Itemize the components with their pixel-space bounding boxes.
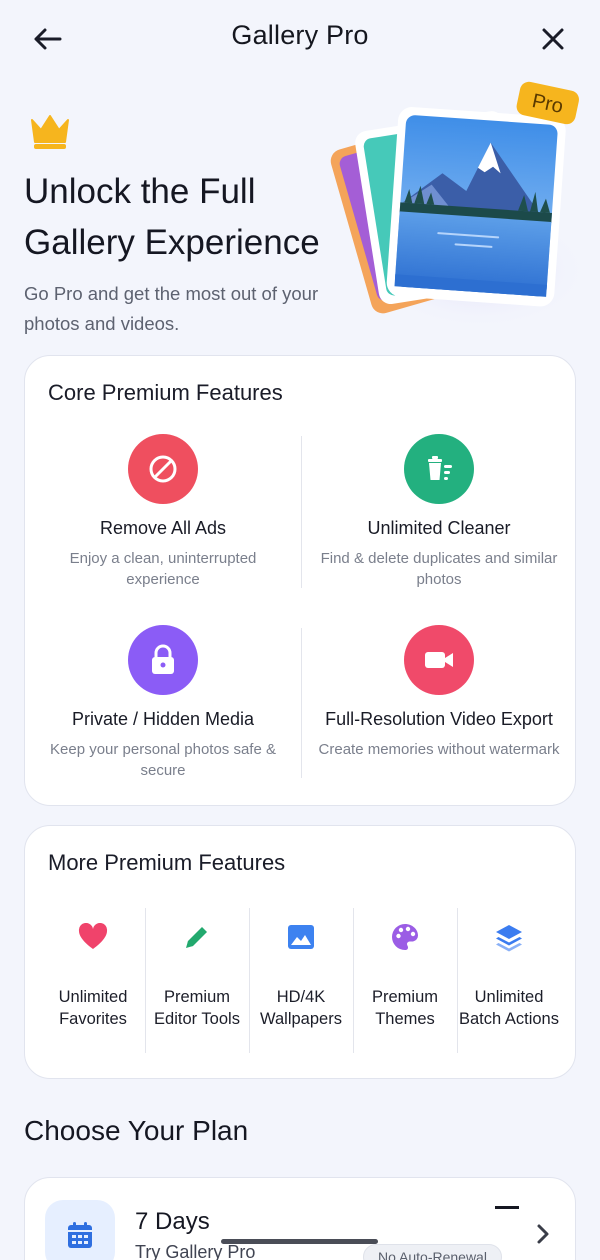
feature-desc: Keep your personal photos safe & secure <box>50 741 276 779</box>
feature-name: Unlimited Batch Actions <box>459 988 559 1028</box>
chevron-right-icon <box>537 1224 549 1244</box>
plan-name: 7 Days <box>135 1208 210 1235</box>
feature-editor-tools[interactable]: Premium Editor Tools <box>145 906 249 1056</box>
feature-desc: Enjoy a clean, uninterrupted experience <box>69 550 257 588</box>
pencil-icon <box>182 922 212 952</box>
more-features-title: More Premium Features <box>48 850 286 875</box>
plan-price-dash <box>495 1206 519 1209</box>
feature-batch-actions[interactable]: Unlimited Batch Actions <box>457 906 561 1056</box>
feature-name: Premium Themes <box>371 988 438 1028</box>
video-camera-icon <box>404 625 474 695</box>
feature-name: Remove All Ads <box>99 518 227 538</box>
feature-unlimited-cleaner[interactable]: Unlimited Cleaner Find & delete duplicat… <box>301 426 577 606</box>
top-bar: Gallery Pro <box>0 0 600 78</box>
feature-remove-ads[interactable]: Remove All Ads Enjoy a clean, uninterrup… <box>25 426 301 606</box>
feature-desc: Find & delete duplicates and similar pho… <box>320 550 558 588</box>
calendar-icon <box>45 1200 115 1260</box>
core-features-title: Core Premium Features <box>48 380 283 405</box>
paywall-screen: Gallery Pro Unlock the Full Gallery Expe… <box>0 0 600 1260</box>
feature-name: Full-Resolution Video Export <box>325 709 553 729</box>
hero-title: Unlock the Full Gallery Experience <box>24 172 320 262</box>
block-icon <box>128 434 198 504</box>
more-features-card: More Premium Features Unlimited Favorite… <box>24 825 576 1079</box>
heart-icon <box>78 922 108 952</box>
image-icon <box>286 922 316 952</box>
plan-subtitle: Try Gallery Pro <box>135 1242 256 1260</box>
feature-name: Private / Hidden Media <box>71 709 255 729</box>
trash-clean-icon <box>404 434 474 504</box>
feature-hd-wallpapers[interactable]: HD/4K Wallpapers <box>249 906 353 1056</box>
feature-name: Unlimited Cleaner <box>367 518 511 538</box>
photo-stack-illustration: Pro <box>330 81 590 330</box>
feature-desc: Create memories without watermark <box>318 741 560 758</box>
feature-premium-themes[interactable]: Premium Themes <box>353 906 457 1056</box>
plan-heading: Choose Your Plan <box>24 1115 249 1146</box>
feature-name: HD/4K Wallpapers <box>260 988 342 1028</box>
close-button[interactable] <box>535 21 571 57</box>
feature-private-media[interactable]: Private / Hidden Media Keep your persona… <box>25 617 301 797</box>
plan-option-7-days[interactable]: 7 Days Try Gallery Pro No Auto-Renewal <box>24 1177 576 1260</box>
lock-icon <box>128 625 198 695</box>
close-icon <box>542 28 564 50</box>
feature-unlimited-favorites[interactable]: Unlimited Favorites <box>41 906 145 1056</box>
hero-subtitle: Go Pro and get the most out of your phot… <box>24 283 319 334</box>
crown-icon <box>31 115 69 149</box>
feature-name: Unlimited Favorites <box>58 988 128 1028</box>
page-title: Gallery Pro <box>231 20 369 50</box>
core-features-card: Core Premium Features Remove All Ads Enj… <box>24 355 576 806</box>
palette-icon <box>390 922 420 952</box>
layers-icon <box>494 922 524 952</box>
feature-name: Premium Editor Tools <box>154 988 240 1028</box>
feature-video-export[interactable]: Full-Resolution Video Export Create memo… <box>301 617 577 797</box>
home-indicator[interactable] <box>221 1239 378 1244</box>
no-renewal-badge: No Auto-Renewal <box>363 1244 502 1260</box>
